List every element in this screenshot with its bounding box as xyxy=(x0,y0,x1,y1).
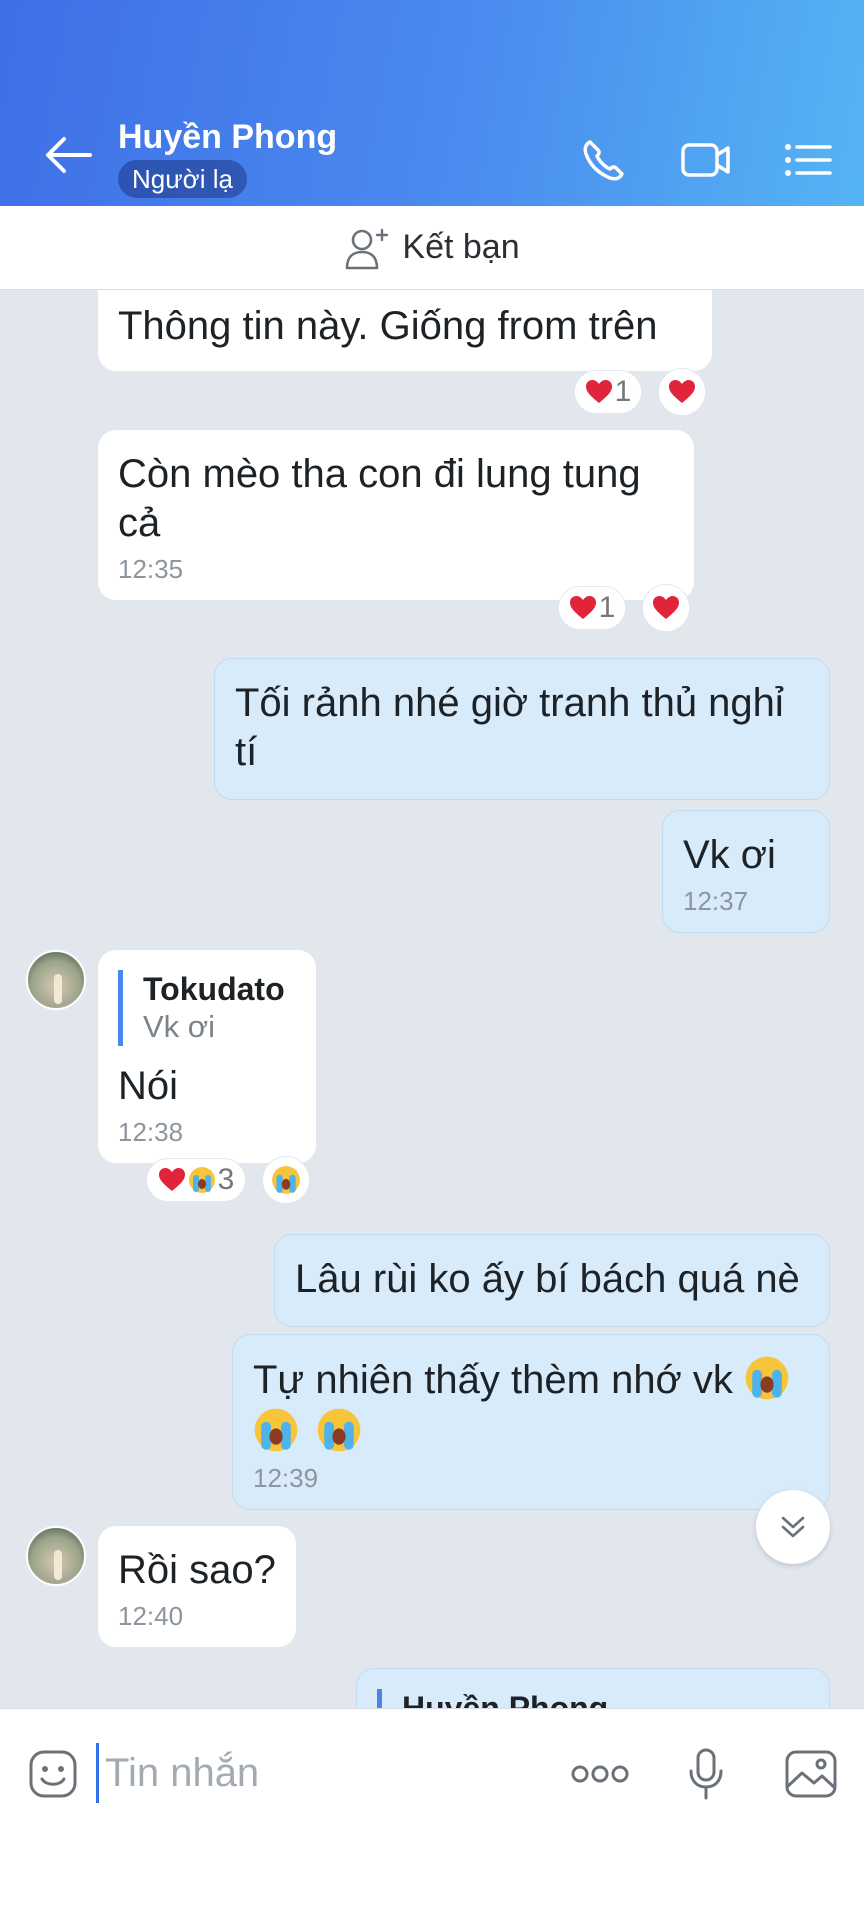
sender-avatar[interactable] xyxy=(26,950,86,1010)
crying-face-icon xyxy=(188,1167,215,1193)
message-time: 12:37 xyxy=(683,886,749,916)
message-text: Nói xyxy=(118,1064,179,1108)
message-input[interactable] xyxy=(96,1743,536,1803)
quoted-message[interactable]: Huyền Phong xyxy=(377,1689,809,1708)
message-time: 12:35 xyxy=(118,554,184,584)
message-text: Tối rảnh nhé giờ tranh thủ nghỉ tí xyxy=(235,681,784,774)
add-friend-label: Kết bạn xyxy=(402,228,520,266)
chat-header: Huyền Phong Người lạ xyxy=(0,0,864,206)
list-menu-icon xyxy=(785,144,832,176)
message-composer xyxy=(0,1708,864,1920)
react-button[interactable] xyxy=(658,368,706,416)
message-bubble-outgoing[interactable]: Tối rảnh nhé giờ tranh thủ nghỉ tí xyxy=(214,658,830,800)
reaction-count: 3 xyxy=(217,1163,235,1196)
reaction-summary[interactable]: 1 xyxy=(558,586,626,630)
add-friend-icon xyxy=(346,228,389,269)
message-list[interactable]: Thông tin này. Giống from trên 1 Còn mèo… xyxy=(0,290,864,1708)
heart-icon xyxy=(653,596,679,619)
reaction-summary[interactable]: 3 xyxy=(146,1158,246,1202)
message-bubble-outgoing[interactable]: Huyền Phong xyxy=(356,1668,830,1708)
video-camera-icon xyxy=(681,143,730,177)
quoted-sender: Tokudato xyxy=(143,971,285,1007)
quoted-sender: Huyền Phong xyxy=(402,1690,609,1708)
message-text: Thông tin này. Giống from trên xyxy=(118,304,658,348)
send-image-button[interactable] xyxy=(784,1747,838,1801)
message-time: 12:40 xyxy=(118,1601,184,1631)
stranger-badge: Người lạ xyxy=(118,160,247,198)
message-bubble-incoming[interactable]: Còn mèo tha con đi lung tung cả 12:35 xyxy=(98,430,694,600)
message-bubble-outgoing[interactable]: Vk ơi 12:37 xyxy=(662,810,830,933)
message-bubble-incoming[interactable]: Tokudato Vk ơi Nói 12:38 xyxy=(98,950,316,1163)
crying-face-icon xyxy=(254,1408,298,1452)
add-friend-bar[interactable]: Kết bạn xyxy=(0,206,864,290)
heart-icon xyxy=(569,596,596,619)
message-time: 12:39 xyxy=(253,1463,319,1493)
heart-icon xyxy=(585,380,612,403)
reaction-count: 1 xyxy=(598,591,616,624)
scroll-to-bottom-button[interactable] xyxy=(756,1490,830,1564)
message-time: 12:38 xyxy=(118,1117,184,1147)
voice-message-button[interactable] xyxy=(686,1747,726,1801)
back-arrow-icon xyxy=(46,137,92,173)
more-dots-icon xyxy=(571,1765,629,1783)
crying-face-icon xyxy=(272,1166,300,1194)
quoted-text: Vk ơi xyxy=(143,1009,216,1044)
react-button[interactable] xyxy=(642,584,690,632)
sticker-button[interactable] xyxy=(26,1747,80,1801)
message-bubble-outgoing[interactable]: Tự nhiên thấy thèm nhớ vk 12:39 xyxy=(232,1334,830,1510)
message-text: Rồi sao? xyxy=(118,1548,276,1592)
reaction-summary[interactable]: 1 xyxy=(574,370,642,414)
options-menu-button[interactable] xyxy=(782,138,834,182)
message-bubble-incoming[interactable]: Thông tin này. Giống from trên xyxy=(98,290,712,371)
phone-icon xyxy=(583,140,624,181)
message-bubble-incoming[interactable]: Rồi sao? 12:40 xyxy=(98,1526,296,1647)
video-call-button[interactable] xyxy=(680,138,732,182)
heart-icon xyxy=(158,1168,185,1191)
message-text: Còn mèo tha con đi lung tung cả xyxy=(118,452,641,545)
sender-avatar[interactable] xyxy=(26,1526,86,1586)
message-bubble-outgoing[interactable]: Lâu rùi ko ấy bí bách quá nè xyxy=(274,1234,830,1327)
message-text: Lâu rùi ko ấy bí bách quá nè xyxy=(295,1257,800,1301)
message-text: Tự nhiên thấy thèm nhớ vk xyxy=(253,1358,733,1402)
contact-name[interactable]: Huyền Phong xyxy=(118,118,337,157)
heart-icon xyxy=(669,380,695,403)
message-text: Vk ơi xyxy=(683,833,776,877)
more-options-button[interactable] xyxy=(570,1747,630,1801)
microphone-icon xyxy=(689,1748,723,1800)
quoted-message[interactable]: Tokudato Vk ơi xyxy=(118,970,296,1046)
back-button[interactable] xyxy=(40,132,96,178)
double-chevron-down-icon xyxy=(781,1516,805,1538)
voice-call-button[interactable] xyxy=(578,138,630,182)
crying-face-icon xyxy=(745,1356,789,1400)
emoji-icon xyxy=(29,1750,77,1798)
react-button[interactable] xyxy=(262,1156,310,1204)
crying-face-icon xyxy=(317,1408,361,1452)
reaction-count: 1 xyxy=(614,375,632,408)
image-icon xyxy=(785,1750,837,1798)
